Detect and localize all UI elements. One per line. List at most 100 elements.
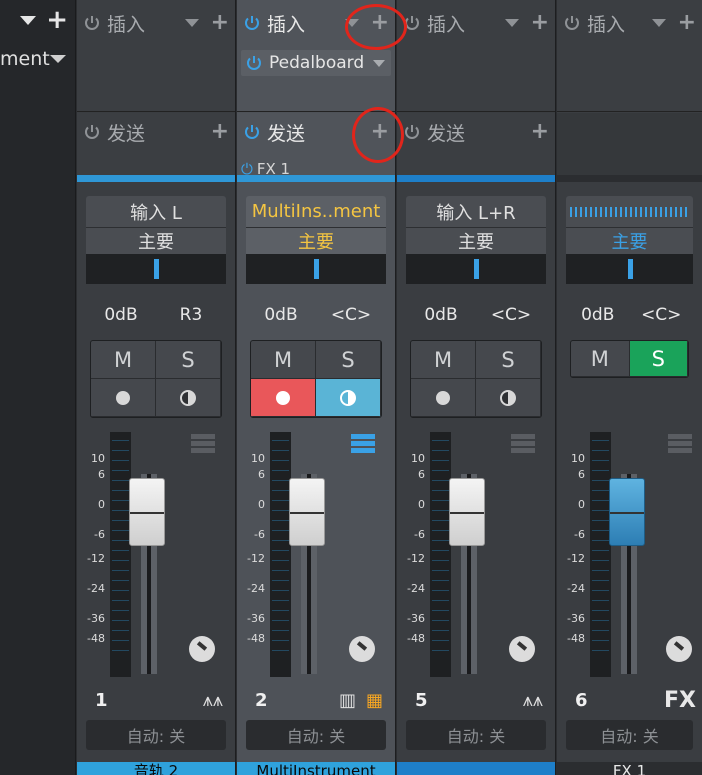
meter-segment [112, 580, 129, 581]
power-icon[interactable]: ⏻ [241, 160, 253, 176]
automation-mode[interactable]: 自动: 关 [86, 720, 226, 750]
add-send-icon[interactable]: + [211, 121, 229, 143]
power-icon[interactable] [243, 123, 261, 141]
channel-name[interactable]: FX 1 [557, 762, 702, 775]
record-arm-button[interactable] [411, 379, 476, 417]
volume-value[interactable]: 0dB [566, 300, 630, 330]
insert-plugin[interactable]: Pedalboard [241, 50, 391, 76]
fader-group-icon[interactable] [668, 434, 692, 456]
instrument-editor-icon[interactable]: ▥ [339, 690, 356, 711]
channel-number: 6 [575, 689, 588, 711]
solo-button[interactable]: S [316, 341, 381, 379]
pan-slider[interactable] [566, 254, 693, 284]
meter-segment [432, 510, 449, 511]
db-tick-label: -36 [247, 612, 265, 625]
pan-slider[interactable] [246, 254, 386, 284]
pan-value[interactable]: <C> [630, 300, 694, 330]
add-plus-icon[interactable]: + [46, 7, 68, 33]
monitor-button[interactable] [476, 379, 541, 417]
db-tick-label: -24 [567, 582, 585, 595]
automation-mode[interactable]: 自动: 关 [406, 720, 546, 750]
chevron-down-icon[interactable] [651, 19, 666, 27]
volume-fader[interactable] [609, 478, 645, 546]
solo-button[interactable]: S [156, 341, 221, 379]
monitor-button[interactable] [156, 379, 221, 417]
keyboard-icon[interactable]: ▦ [366, 690, 383, 711]
volume-value[interactable]: 0dB [406, 300, 476, 330]
db-tick-label: 6 [98, 468, 105, 481]
volume-fader[interactable] [129, 478, 165, 546]
channel-name[interactable]: MultiInstrument [237, 762, 395, 775]
meter-segment [112, 500, 129, 501]
left-dropdown[interactable]: ment [0, 44, 76, 74]
channel-io: 输入 L 主要 0dB R3 M S [77, 182, 235, 432]
solo-button[interactable]: S [629, 341, 688, 377]
power-icon[interactable] [83, 123, 101, 141]
pan-value[interactable]: R3 [156, 300, 226, 330]
automation-mode[interactable]: 自动: 关 [566, 720, 693, 750]
meter-segment [272, 560, 289, 561]
output-selector[interactable]: 主要 [406, 228, 546, 254]
db-tick-label: 10 [251, 452, 265, 465]
pan-value[interactable]: <C> [476, 300, 546, 330]
record-arm-button[interactable] [91, 379, 156, 417]
solo-button[interactable]: S [476, 341, 541, 379]
power-icon[interactable] [243, 14, 261, 32]
annotation-circle-insert-add [345, 4, 407, 50]
meter-segment [432, 480, 449, 481]
pan-value[interactable]: <C> [316, 300, 386, 330]
volume-value[interactable]: 0dB [86, 300, 156, 330]
channel-color-bar [557, 175, 702, 182]
input-selector[interactable]: MultiIns..ment [246, 196, 386, 228]
power-icon[interactable] [83, 14, 101, 32]
input-selector[interactable]: 输入 L [86, 196, 226, 228]
chevron-down-icon[interactable] [184, 19, 199, 27]
pan-knob-icon[interactable] [189, 636, 215, 662]
fader-group-icon[interactable] [511, 434, 535, 456]
meter-segment [592, 440, 609, 441]
mute-button[interactable]: M [411, 341, 476, 379]
pan-slider[interactable] [86, 254, 226, 284]
add-insert-icon[interactable]: + [211, 12, 229, 34]
mute-button[interactable]: M [251, 341, 316, 379]
channel-name[interactable]: 音轨 2 [77, 762, 235, 775]
chevron-down-icon[interactable] [504, 19, 519, 27]
output-selector[interactable]: 主要 [566, 228, 693, 254]
pan-slider[interactable] [406, 254, 546, 284]
fader-group-icon[interactable] [191, 434, 215, 456]
channel-strip-6: 插入 + 主要 0dB <C> M S 10 6 0 -6 -12 -24 -3… [557, 0, 702, 775]
monitor-button[interactable] [316, 379, 381, 417]
channel-footer: 2 ▥ ▦ [237, 682, 395, 718]
fader-group-icon[interactable] [351, 434, 375, 456]
add-insert-icon[interactable]: + [678, 12, 696, 34]
power-icon[interactable] [245, 54, 263, 72]
channel-number: 1 [95, 689, 108, 711]
pan-knob-icon[interactable] [666, 636, 692, 662]
channel-name[interactable] [397, 762, 555, 775]
volume-fader[interactable] [289, 478, 325, 546]
volume-fader[interactable] [449, 478, 485, 546]
record-arm-button[interactable] [251, 379, 316, 417]
send-slot[interactable]: ⏻ FX 1 [241, 160, 391, 176]
mute-button[interactable]: M [91, 341, 156, 379]
db-tick-label: -48 [87, 632, 105, 645]
add-send-icon[interactable]: + [531, 121, 549, 143]
output-selector[interactable]: 主要 [246, 228, 386, 254]
power-icon[interactable] [403, 123, 421, 141]
pan-indicator [627, 259, 633, 279]
chevron-down-icon[interactable] [373, 59, 385, 67]
output-selector[interactable]: 主要 [86, 228, 226, 254]
meter-segment [592, 650, 609, 651]
power-icon[interactable] [563, 14, 581, 32]
add-insert-icon[interactable]: + [531, 12, 549, 34]
mute-button[interactable]: M [571, 341, 630, 377]
volume-value[interactable]: 0dB [246, 300, 316, 330]
automation-mode[interactable]: 自动: 关 [246, 720, 386, 750]
pan-knob-icon[interactable] [509, 636, 535, 662]
dropdown-arrow-icon[interactable] [20, 15, 37, 25]
input-selector[interactable]: 输入 L+R [406, 196, 546, 228]
meter-segment [592, 490, 609, 491]
pan-knob-icon[interactable] [349, 636, 375, 662]
fader-area: 10 6 0 -6 -12 -24 -36 -48 [397, 432, 555, 682]
meter-segment [112, 560, 129, 561]
